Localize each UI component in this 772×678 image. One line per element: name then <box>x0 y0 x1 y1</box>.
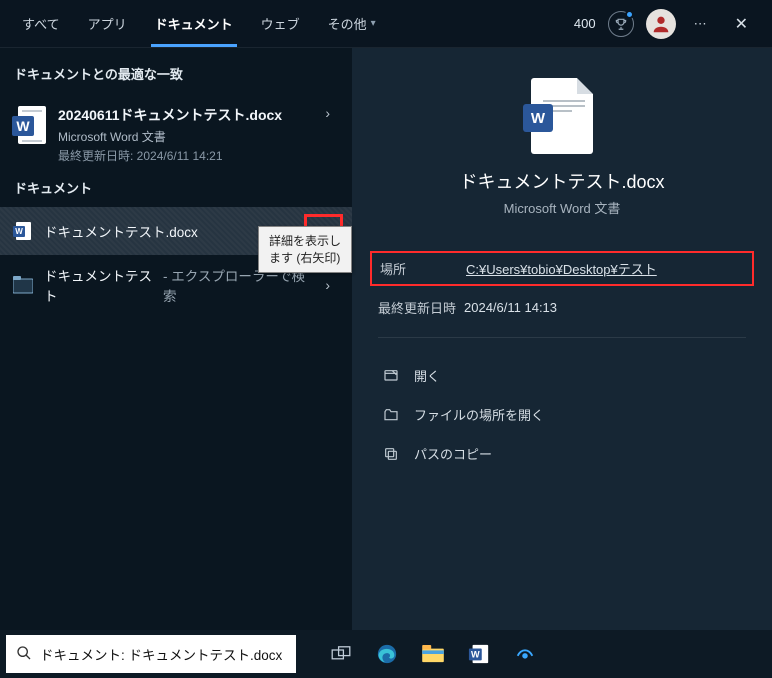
top-right-controls: 400 ⋯ ✕ <box>574 9 764 39</box>
rewards-points: 400 <box>574 16 596 31</box>
preview-metadata: 場所 C:¥Users¥tobio¥Desktop¥テスト 最終更新日時 202… <box>378 245 746 338</box>
word-taskbar-icon[interactable]: W <box>466 641 492 667</box>
action-open-label: 開く <box>414 366 440 385</box>
search-scope-tabs: すべて アプリ ドキュメント ウェブ その他 ▾ <box>8 0 390 47</box>
preview-pane: W ドキュメントテスト.docx Microsoft Word 文書 場所 C:… <box>352 48 772 630</box>
best-match-subtitle: Microsoft Word 文書 <box>58 128 315 145</box>
file-explorer-icon <box>12 274 34 296</box>
expand-details-button[interactable]: › <box>315 105 340 121</box>
word-document-large-icon: W <box>531 78 593 154</box>
best-match-modified: 最終更新日時: 2024/6/11 14:21 <box>58 147 315 164</box>
expand-details-button[interactable]: › <box>315 277 340 293</box>
tooltip-show-details: 詳細を表示します (右矢印) <box>258 226 352 273</box>
taskbar: W <box>0 630 772 678</box>
modified-value: 2024/6/11 14:13 <box>464 300 557 315</box>
location-link[interactable]: C:¥Users¥tobio¥Desktop¥テスト <box>466 259 657 278</box>
explorer-result-query: ドキュメントテスト <box>44 265 163 305</box>
action-open[interactable]: 開く <box>378 356 746 395</box>
best-match-title: 20240611ドキュメントテスト.docx <box>58 105 315 125</box>
screen-sketch-icon[interactable] <box>512 641 538 667</box>
tab-documents[interactable]: ドキュメント <box>141 0 247 47</box>
tab-all[interactable]: すべて <box>8 0 74 47</box>
preview-subtitle: Microsoft Word 文書 <box>378 198 746 217</box>
search-input[interactable] <box>40 647 286 662</box>
word-document-icon: W <box>12 105 48 145</box>
location-row: 場所 C:¥Users¥tobio¥Desktop¥テスト <box>370 251 754 286</box>
avatar-icon <box>650 13 672 35</box>
preview-title: ドキュメントテスト.docx <box>378 168 746 194</box>
edge-browser-icon[interactable] <box>374 641 400 667</box>
word-document-icon: W <box>12 220 34 242</box>
taskbar-search-box[interactable] <box>6 635 296 673</box>
more-options-button[interactable]: ⋯ <box>688 16 713 32</box>
copy-icon <box>382 446 400 462</box>
action-open-location-label: ファイルの場所を開く <box>414 405 544 424</box>
task-view-button[interactable] <box>328 641 354 667</box>
file-explorer-taskbar-icon[interactable] <box>420 641 446 667</box>
modified-label: 最終更新日時 <box>378 298 464 317</box>
svg-text:W: W <box>471 650 480 660</box>
top-tabs-bar: すべて アプリ ドキュメント ウェブ その他 ▾ 400 ⋯ ✕ <box>0 0 772 48</box>
location-label: 場所 <box>380 259 466 278</box>
action-open-location[interactable]: ファイルの場所を開く <box>378 395 746 434</box>
action-copy-path[interactable]: パスのコピー <box>378 434 746 473</box>
modified-row: 最終更新日時 2024/6/11 14:13 <box>378 290 746 325</box>
tab-more[interactable]: その他 ▾ <box>314 0 390 47</box>
svg-text:W: W <box>16 118 30 134</box>
rewards-trophy-button[interactable] <box>608 11 634 37</box>
user-avatar[interactable] <box>646 9 676 39</box>
chevron-down-icon: ▾ <box>371 18 376 29</box>
preview-actions: 開く ファイルの場所を開く パスのコピー <box>378 356 746 473</box>
action-copy-path-label: パスのコピー <box>414 444 492 463</box>
best-match-heading: ドキュメントとの最適な一致 <box>0 64 352 93</box>
search-icon <box>16 645 32 664</box>
documents-heading: ドキュメント <box>0 178 352 207</box>
folder-open-icon <box>382 407 400 423</box>
tab-apps[interactable]: アプリ <box>74 0 141 47</box>
close-button[interactable]: ✕ <box>725 14 758 34</box>
tab-web[interactable]: ウェブ <box>247 0 314 47</box>
taskbar-pinned-apps: W <box>328 641 538 667</box>
trophy-icon <box>614 17 628 31</box>
tab-more-label: その他 <box>328 14 367 33</box>
open-icon <box>382 368 400 384</box>
results-pane: ドキュメントとの最適な一致 W 20240611ドキュメントテスト.docx M… <box>0 48 352 630</box>
svg-text:W: W <box>15 227 23 236</box>
best-match-result[interactable]: W 20240611ドキュメントテスト.docx Microsoft Word … <box>0 93 352 178</box>
